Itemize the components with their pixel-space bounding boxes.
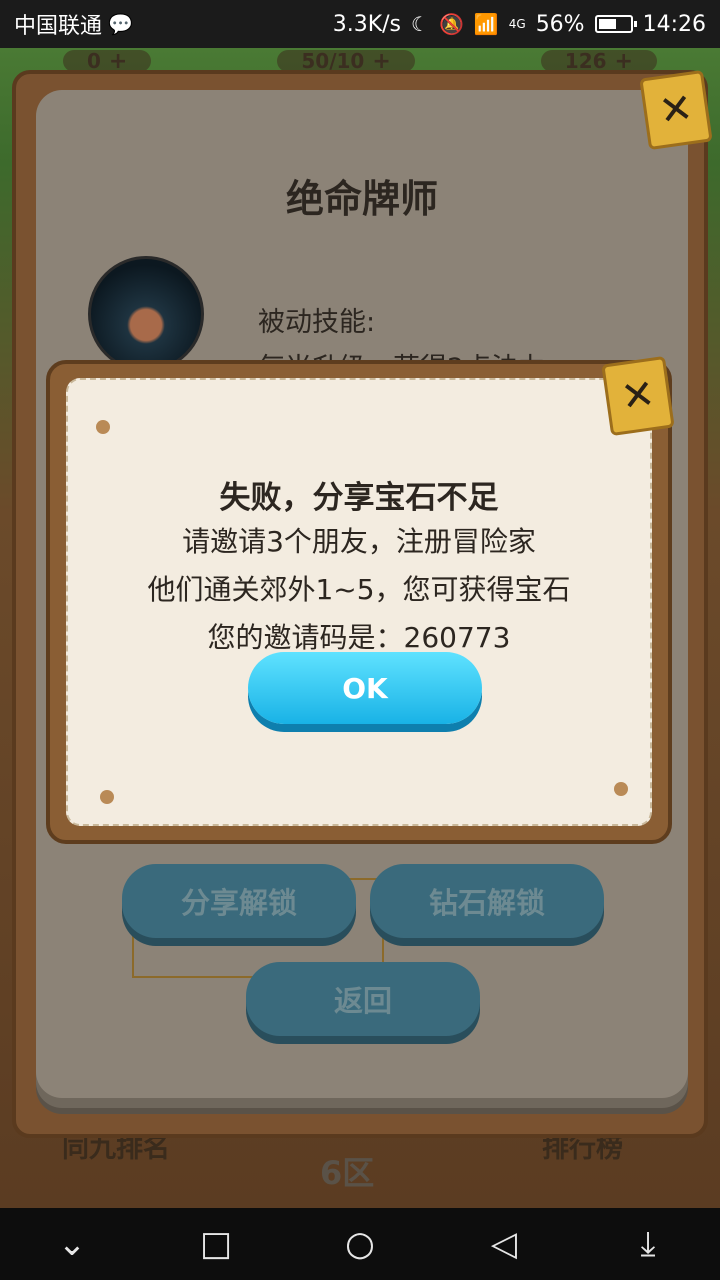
wifi-icon: 📶 [473, 12, 499, 36]
coins-pill: 0 + [63, 49, 152, 74]
status-bar: 中国联通 💬 3.3K/s ☾ 🔕 📶 4G 56% 14:26 [0, 0, 720, 48]
gems-pill: 126 + [540, 49, 657, 74]
message-icon: 💬 [108, 12, 133, 36]
moon-icon: ☾ [411, 12, 429, 36]
battery-icon [594, 15, 637, 33]
back-triangle-icon[interactable]: ◁ [474, 1214, 534, 1274]
hero-title: 绝命牌师 [285, 177, 438, 221]
battery-percent: 56% [535, 11, 585, 37]
error-dialog: 失败，分享宝石不足 请邀请3个朋友，注册冒险家 他们通关郊外1~5，您可获得宝石… [46, 360, 672, 844]
stamina-pill: 50/10 + [277, 49, 415, 74]
invite-code-line: 您的邀请码是：260773 [207, 621, 511, 654]
close-icon: ✕ [656, 84, 696, 136]
chevron-down-icon[interactable]: ⌄ [42, 1214, 102, 1274]
mute-icon: 🔕 [438, 12, 464, 36]
dialog-line-1: 请邀请3个朋友，注册冒险家 [182, 525, 536, 558]
dialog-close-button[interactable]: ✕ [601, 355, 675, 437]
skill-label: 被动技能: [258, 307, 376, 338]
home-circle-icon[interactable]: ○ [330, 1214, 390, 1274]
dialog-line-2: 他们通关郊外1~5，您可获得宝石 [147, 573, 571, 606]
dialog-title: 失败，分享宝石不足 [219, 480, 499, 516]
pull-down-icon[interactable]: ⤓ [618, 1214, 678, 1274]
net-speed: 3.3K/s [332, 11, 401, 37]
close-icon: ✕ [618, 370, 658, 422]
book-close-button[interactable]: ✕ [639, 69, 713, 151]
carrier-label: 中国联通 [14, 14, 103, 39]
pin-icon [100, 790, 114, 804]
dialog-body: 失败，分享宝石不足 请邀请3个朋友，注册冒险家 他们通关郊外1~5，您可获得宝石… [66, 378, 652, 826]
share-unlock-button[interactable]: 分享解锁 [122, 864, 356, 938]
recents-square-icon[interactable]: □ [186, 1214, 246, 1274]
system-nav-bar: ⌄ □ ○ ◁ ⤓ [0, 1208, 720, 1280]
ok-button[interactable]: OK [248, 652, 482, 724]
zone-label: 6区 [320, 1154, 375, 1192]
battery-fill [598, 19, 616, 29]
pin-icon [96, 420, 110, 434]
network-type: 4G [508, 17, 526, 31]
pin-icon [614, 782, 628, 796]
diamond-unlock-button[interactable]: 钻石解锁 [370, 864, 604, 938]
back-button[interactable]: 返回 [246, 962, 480, 1036]
hero-avatar [88, 256, 204, 372]
clock: 14:26 [642, 11, 706, 37]
